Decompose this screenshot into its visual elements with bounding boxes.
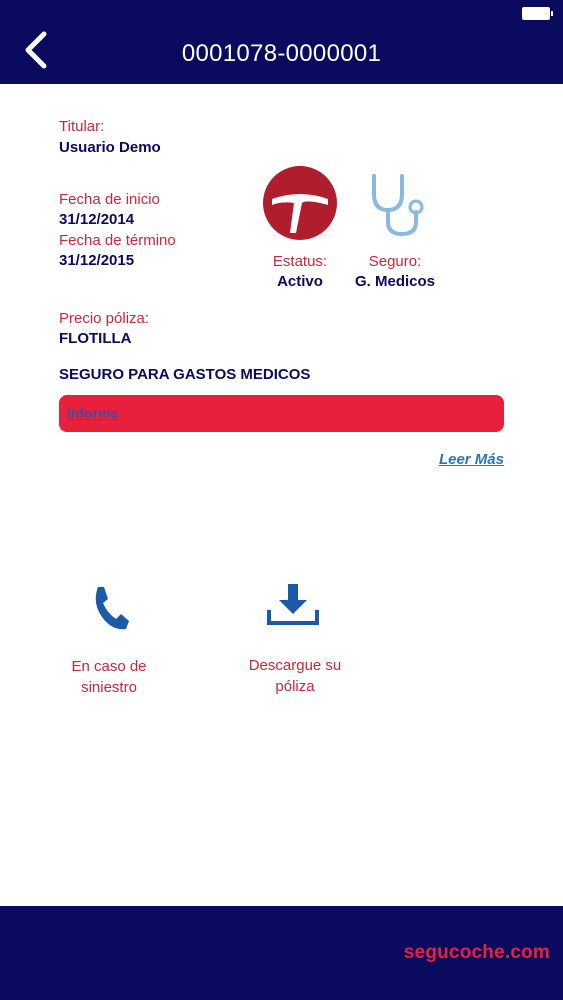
start-date-label: Fecha de inicio (59, 191, 160, 208)
navigation-bar: Carrier 1:52 PM 0001078-0000001 (0, 0, 563, 84)
brand-text: segucoche.com (403, 942, 550, 963)
insurer-logo (263, 166, 337, 240)
titular-label: Titular: (59, 118, 105, 135)
status-carrier: Carrier (8, 6, 54, 23)
end-date-value: 31/12/2015 (59, 252, 135, 269)
stethoscope-icon (372, 174, 424, 237)
footer-bar: segucoche.com (0, 906, 563, 1000)
informe-bar[interactable]: Informe (59, 395, 504, 432)
status-label: Estatus: (272, 253, 328, 270)
informe-link[interactable]: Informe (67, 405, 118, 421)
section-title: SEGURO PARA GASTOS MEDICOS (59, 366, 311, 383)
status-value: Activo (277, 273, 323, 290)
insurance-label: Seguro: (368, 253, 422, 270)
claim-label-line1: En caso de (71, 658, 147, 675)
status-time: 1:52 PM (253, 6, 309, 23)
start-date-value: 31/12/2014 (59, 211, 135, 228)
battery-icon (522, 7, 553, 20)
insurance-value: G. Medicos (354, 273, 436, 290)
price-label: Precio póliza: (59, 310, 150, 327)
download-label-line2: póliza (275, 678, 315, 695)
page-title: 0001078-0000001 (181, 40, 382, 67)
price-value: FLOTILLA (59, 330, 132, 347)
phone-icon[interactable] (90, 585, 130, 631)
download-icon[interactable] (266, 584, 320, 628)
download-label[interactable]: Descargue su póliza (239, 655, 351, 697)
titular-value: Usuario Demo (59, 139, 161, 156)
read-more-link[interactable]: Leer Más (439, 451, 504, 468)
claim-label-line2: siniestro (81, 679, 137, 696)
download-label-line1: Descargue su (248, 657, 342, 674)
claim-label[interactable]: En caso de siniestro (59, 656, 159, 698)
end-date-label: Fecha de término (59, 232, 176, 249)
